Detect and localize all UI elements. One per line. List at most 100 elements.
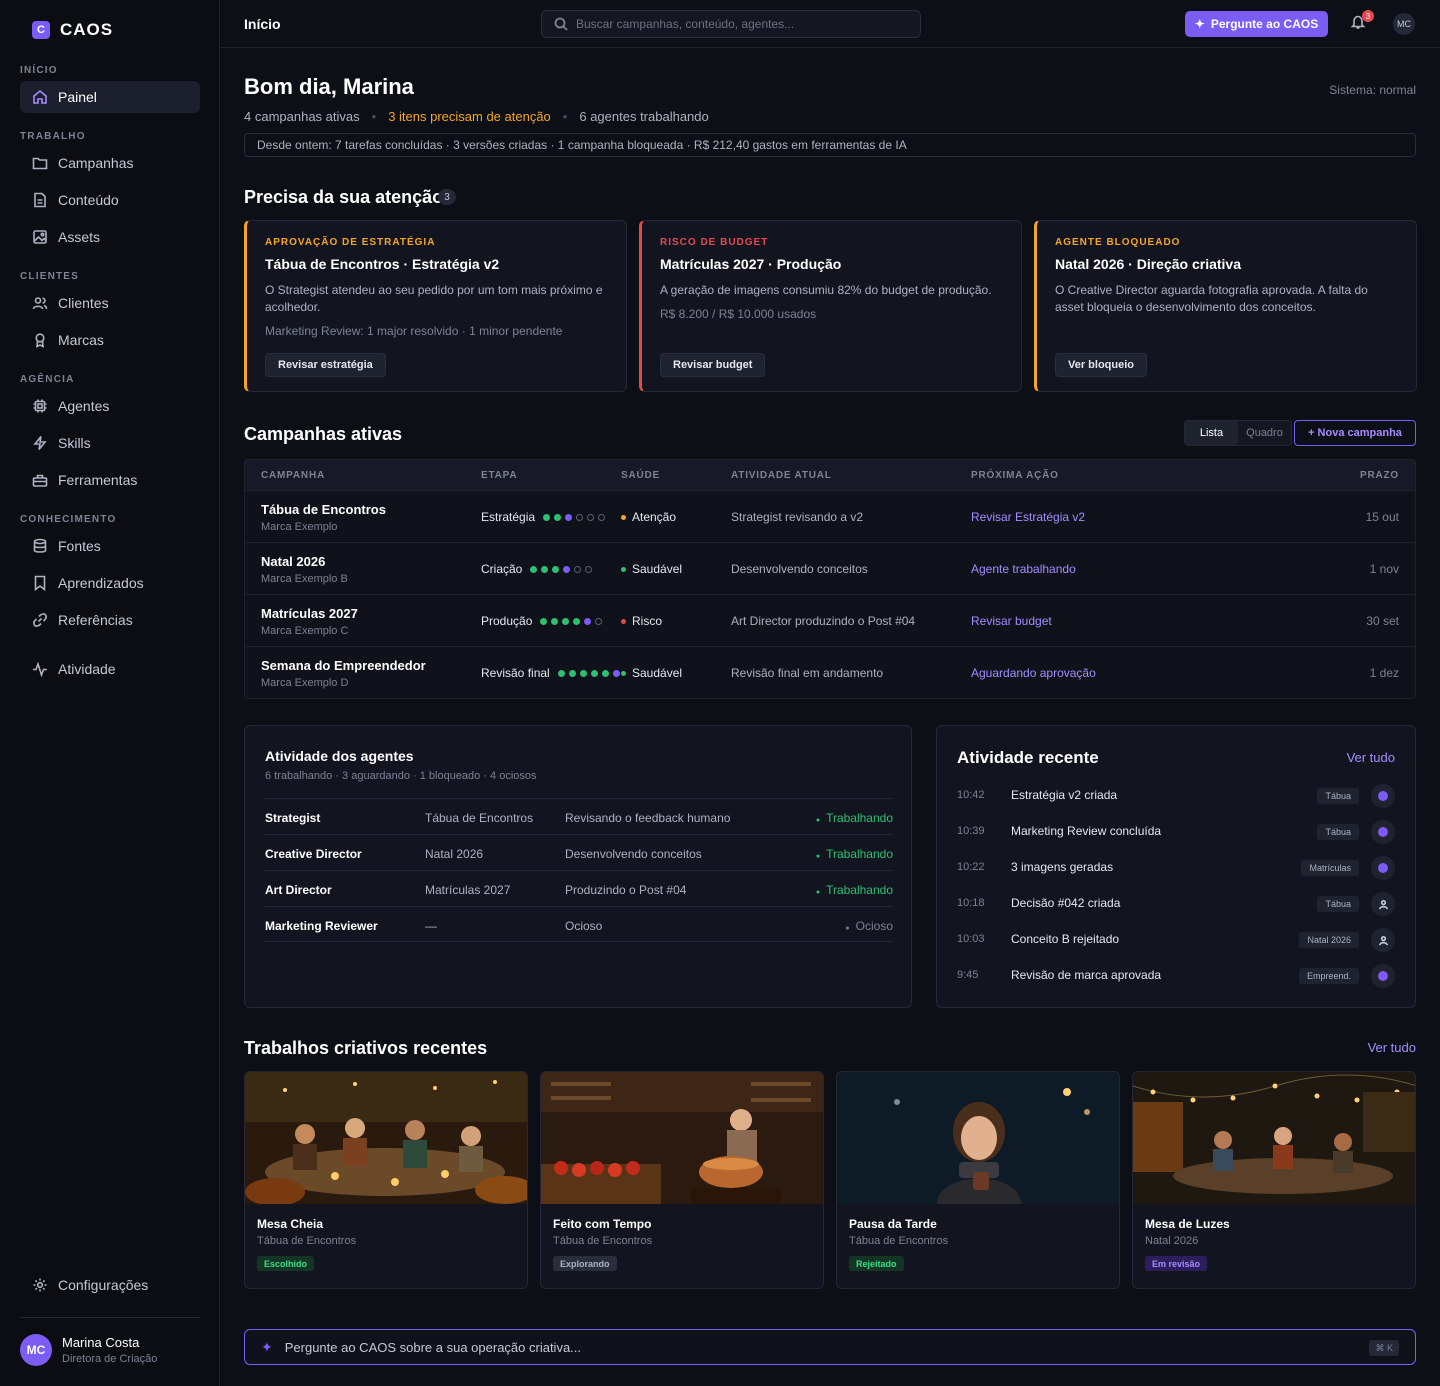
sidebar-item-label: Atividade (58, 661, 116, 677)
user-avatar-button[interactable]: MC (1393, 13, 1415, 35)
sidebar-item-configuracoes[interactable]: Configurações (20, 1269, 200, 1301)
attention-action-button[interactable]: Ver bloqueio (1055, 353, 1148, 377)
activity-tag[interactable]: Natal 2026 (1299, 932, 1359, 948)
sidebar-item-ferramentas[interactable]: Ferramentas (20, 464, 200, 496)
notification-badge: 3 (1362, 10, 1374, 22)
attention-stat[interactable]: 3 itens precisam de atenção (388, 109, 551, 124)
activity-tag[interactable]: Tábua (1317, 896, 1359, 912)
agent-row[interactable]: Art Director Matrículas 2027 Produzindo o … (265, 870, 893, 906)
stage-cell: Produção (481, 614, 603, 628)
sidebar-item-referencias[interactable]: Referências (20, 604, 200, 636)
agent-campaign: — (425, 919, 437, 933)
sidebar-item-campanhas[interactable]: Campanhas (20, 147, 200, 179)
stage-progress (540, 618, 603, 626)
search-box[interactable] (541, 10, 921, 38)
attention-action-button[interactable]: Revisar estratégia (265, 353, 386, 377)
progress-dot (598, 514, 606, 522)
sidebar-item-agentes[interactable]: Agentes (20, 390, 200, 422)
creative-thumbnail[interactable] (837, 1072, 1119, 1204)
sidebar-item-marcas[interactable]: Marcas (20, 324, 200, 356)
creative-card[interactable]: Pausa da Tarde Tábua de Encontros Rejeitad… (836, 1071, 1120, 1289)
creative-thumbnail[interactable] (1133, 1072, 1415, 1204)
recent-view-all-link[interactable]: Ver tudo (1347, 750, 1395, 765)
notifications-button[interactable]: 3 (1350, 10, 1374, 32)
users-icon (32, 297, 48, 310)
activity-row[interactable]: 10:42 Estratégia v2 criada Tábua (957, 784, 1395, 808)
creative-title: Trabalhos criativos recentes (244, 1038, 488, 1058)
health-dot (621, 670, 626, 676)
activity-tag[interactable]: Tábua (1317, 824, 1359, 840)
activity-time: 9:45 (957, 969, 979, 981)
attention-count: 3 (438, 189, 456, 205)
activity-tag[interactable]: Empreend. (1298, 968, 1359, 984)
sidebar-item-skills[interactable]: Skills (20, 427, 200, 459)
col-proxima-acao: PRÓXIMA AÇÃO (971, 470, 1059, 481)
next-action-link[interactable]: Aguardando aprovação (971, 666, 1096, 680)
table-row[interactable]: Natal 2026 Marca Exemplo B Criação Saudável… (245, 542, 1415, 594)
search-input[interactable] (576, 17, 896, 31)
view-board-tab[interactable]: Quadro (1238, 421, 1291, 445)
sidebar-item-label: Painel (58, 89, 97, 105)
activity-row[interactable]: 10:18 Decisão #042 criada Tábua (957, 892, 1395, 916)
sidebar-item-atividade[interactable]: Atividade (20, 653, 200, 685)
campaign-name[interactable]: Semana do Empreendedor (261, 658, 426, 673)
document-icon (34, 192, 46, 208)
creative-name: Mesa de Luzes (1145, 1217, 1230, 1231)
user-profile[interactable]: MC Marina Costa Diretora de Criação (20, 1334, 157, 1366)
agent-row[interactable]: Creative Director Natal 2026 Desenvolvendo… (265, 834, 893, 870)
nav-section-inicio: INÍCIO (20, 65, 58, 76)
activity-time: 10:18 (957, 897, 985, 909)
creative-name: Pausa da Tarde (849, 1217, 937, 1231)
activity-tag[interactable]: Matrículas (1301, 860, 1359, 876)
table-row[interactable]: Tábua de Encontros Marca Exemplo Estratégi… (245, 490, 1415, 542)
sidebar-item-fontes[interactable]: Fontes (20, 530, 200, 562)
user-icon (1371, 892, 1395, 916)
sidebar-item-painel[interactable]: Painel (20, 81, 200, 113)
ask-caos-input[interactable] (284, 1339, 1285, 1355)
activity-row[interactable]: 10:03 Conceito B rejeitado Natal 2026 (957, 928, 1395, 952)
campaign-cell: Natal 2026 Marca Exemplo B (261, 554, 348, 585)
activity-row[interactable]: 10:39 Marketing Review concluída Tábua (957, 820, 1395, 844)
new-campaign-button[interactable]: + Nova campanha (1294, 420, 1416, 446)
sidebar-item-assets[interactable]: Assets (20, 221, 200, 253)
creative-card[interactable]: Mesa Cheia Tábua de Encontros Escolhido (244, 1071, 528, 1289)
sidebar-item-conteudo[interactable]: Conteúdo (20, 184, 200, 216)
agents-title: Atividade dos agentes (265, 748, 414, 764)
ask-caos-button[interactable]: ✦ Pergunte ao CAOS (1185, 11, 1328, 37)
agent-icon (1371, 856, 1395, 880)
creative-thumbnail[interactable] (245, 1072, 527, 1206)
sidebar-item-clientes[interactable]: Clientes (20, 287, 200, 319)
activity-row[interactable]: 9:45 Revisão de marca aprovada Empreend. (957, 964, 1395, 988)
campaign-name[interactable]: Tábua de Encontros (261, 502, 386, 517)
lightning-icon (33, 436, 47, 450)
view-list-tab[interactable]: Lista (1185, 421, 1238, 445)
sidebar-divider (20, 1317, 200, 1318)
agent-icon (1371, 964, 1395, 988)
creative-thumbnail[interactable] (541, 1072, 823, 1204)
sidebar-item-aprendizados[interactable]: Aprendizados (20, 567, 200, 599)
creative-view-all-link[interactable]: Ver tudo (1368, 1040, 1416, 1055)
campaign-name[interactable]: Natal 2026 (261, 554, 348, 569)
attention-card: RISCO DE BUDGET Matrículas 2027 · Produçã… (639, 220, 1022, 392)
due-date: 1 dez (1369, 666, 1399, 680)
next-action-link[interactable]: Revisar Estratégia v2 (971, 510, 1085, 524)
since-yesterday-banner: Desde ontem: 7 tarefas concluídas · 3 ve… (244, 133, 1416, 157)
ask-caos-bar[interactable]: ✦ ⌘ K (244, 1329, 1416, 1365)
col-campanha: CAMPANHA (261, 470, 325, 481)
table-row[interactable]: Semana do Empreendedor Marca Exemplo D Rev… (245, 646, 1415, 698)
campaign-name[interactable]: Matrículas 2027 (261, 606, 358, 621)
agent-row[interactable]: Marketing Reviewer — Ocioso ● Ocioso (265, 906, 893, 942)
agent-status: ● Ocioso (845, 919, 893, 933)
table-row[interactable]: Matrículas 2027 Marca Exemplo C Produção Ri… (245, 594, 1415, 646)
activity-tag[interactable]: Tábua (1317, 788, 1359, 804)
activity-row[interactable]: 10:22 3 imagens geradas Matrículas (957, 856, 1395, 880)
activity-time: 10:22 (957, 861, 985, 873)
creative-card[interactable]: Feito com Tempo Tábua de Encontros Explora… (540, 1071, 824, 1289)
creative-card[interactable]: Mesa de Luzes Natal 2026 Em revisão (1132, 1071, 1416, 1289)
attention-action-button[interactable]: Revisar budget (660, 353, 766, 377)
agent-row[interactable]: Strategist Tábua de Encontros Revisando o … (265, 798, 893, 834)
next-action-link[interactable]: Revisar budget (971, 614, 1052, 628)
logo[interactable]: C CAOS (32, 20, 113, 40)
agent-name: Art Director (265, 883, 332, 897)
next-action-link[interactable]: Agente trabalhando (971, 562, 1076, 576)
